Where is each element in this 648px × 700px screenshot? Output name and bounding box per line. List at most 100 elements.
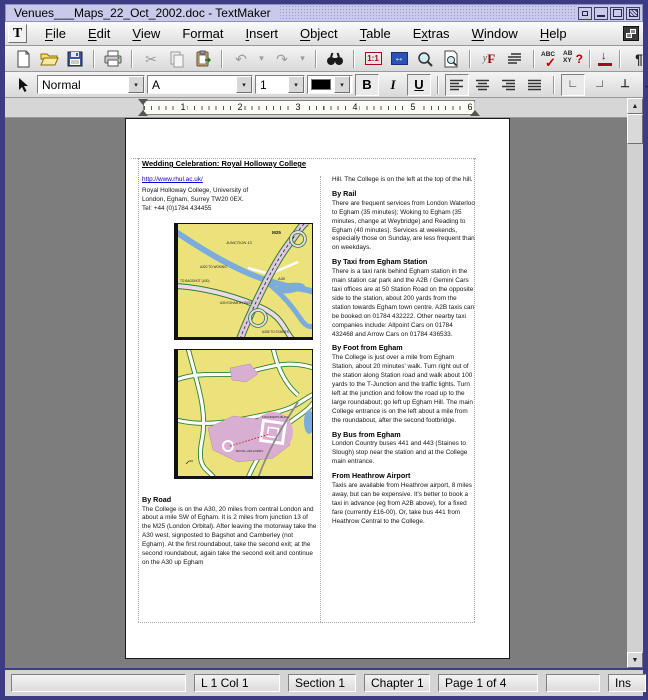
minimize-button[interactable] — [594, 7, 608, 20]
new-document-button[interactable] — [11, 48, 35, 70]
zoom-100-button[interactable]: 1:1 — [361, 48, 385, 70]
chevron-down-icon[interactable]: ▾ — [288, 76, 304, 93]
cut-button[interactable]: ✂ — [139, 48, 163, 70]
section-text-by-rail: There are frequent services from London … — [332, 200, 475, 253]
fit-width-button[interactable]: ↔ — [387, 48, 411, 70]
tab-left-button[interactable]: ∟ — [561, 74, 585, 96]
bottom-margin-guide — [138, 622, 475, 623]
close-button[interactable] — [626, 7, 640, 20]
align-center-icon — [476, 79, 490, 91]
toolbar-separator — [589, 50, 591, 68]
rhul-hyperlink[interactable]: http://www.rhul.ac.uk/ — [142, 176, 203, 185]
menu-window[interactable]: Window — [461, 23, 529, 44]
find-button[interactable] — [323, 48, 347, 70]
align-left-button[interactable] — [445, 74, 469, 96]
footnote-icon: ↓ — [601, 50, 607, 62]
map-label-college: ROYAL HOLLOWAY — [236, 449, 263, 453]
standard-toolbar: ✂ ↶ ▾ ↷ ▾ 1:1 ↔ yF ABC✓ ABXY? ↓ ¶ (f) — [5, 46, 643, 72]
redo-button[interactable]: ↷ — [270, 48, 294, 70]
paragraph-style-select[interactable]: Normal ▾ — [37, 75, 145, 94]
status-insert-mode-field[interactable]: Ins — [608, 674, 646, 692]
translate-button[interactable]: ABXY? — [563, 50, 583, 68]
section-heading-by-bus: By Bus from Egham — [332, 431, 475, 440]
paragraph-format-button[interactable] — [503, 48, 527, 70]
menu-edit[interactable]: Edit — [77, 23, 121, 44]
font-size-select[interactable]: 1 ▾ — [255, 75, 305, 94]
toolbar-separator — [315, 50, 317, 68]
map-label-junction: JUNCTION 13 — [225, 240, 253, 245]
document-restore-button[interactable] — [623, 26, 639, 41]
title-bar[interactable]: Venues___Maps_22_Oct_2002.doc - TextMake… — [5, 4, 643, 22]
redo-dropdown-button[interactable]: ▾ — [296, 48, 309, 70]
shade-button[interactable] — [578, 7, 592, 20]
menu-table[interactable]: Table — [349, 23, 402, 44]
copy-button[interactable] — [165, 48, 189, 70]
underline-button[interactable]: U — [407, 74, 431, 96]
chevron-down-icon[interactable]: ▾ — [128, 76, 144, 93]
system-menu-button[interactable]: T — [8, 24, 27, 43]
left-indent-marker[interactable] — [138, 110, 148, 116]
menu-help[interactable]: Help — [529, 23, 578, 44]
font-color-select[interactable]: ▾ — [307, 75, 353, 94]
underline-icon: U — [414, 77, 423, 92]
font-select[interactable]: A ▾ — [147, 75, 253, 94]
italic-icon: I — [390, 77, 395, 93]
bold-button[interactable]: B — [355, 74, 379, 96]
formatting-marks-button[interactable]: ¶ — [627, 48, 648, 70]
up-arrow-icon: ▲ — [632, 103, 639, 110]
insert-field-button[interactable]: yF — [477, 48, 501, 70]
print-preview-button[interactable] — [439, 48, 463, 70]
print-button[interactable] — [101, 48, 125, 70]
align-right-button[interactable] — [497, 74, 521, 96]
ruler-number: 3 — [293, 102, 302, 112]
first-line-indent-marker[interactable] — [138, 99, 148, 105]
align-center-button[interactable] — [471, 74, 495, 96]
tab-right-button[interactable]: ∟ — [587, 74, 611, 96]
tab-decimal-button[interactable]: ⊥. — [639, 74, 648, 96]
chevron-down-icon[interactable]: ▾ — [236, 76, 252, 93]
open-button[interactable] — [37, 48, 61, 70]
insert-footnote-button[interactable]: ↓ — [597, 51, 613, 67]
scrollbar-thumb[interactable] — [627, 114, 643, 144]
college-address: Royal Holloway College, University of Lo… — [142, 187, 318, 214]
tab-center-button[interactable]: ⊥ — [613, 74, 637, 96]
zoom-button[interactable] — [413, 48, 437, 70]
map-label-bagshot: TO BAGSHOT (A30) — [180, 279, 209, 283]
menu-object[interactable]: Object — [289, 23, 349, 44]
undo-button[interactable]: ↶ — [229, 48, 253, 70]
undo-dropdown-button[interactable]: ▾ — [255, 48, 268, 70]
map-junction13-object[interactable]: M25 JUNCTION 13 A30 A320 TO WOKING TO BA… — [174, 223, 313, 340]
menu-insert[interactable]: Insert — [235, 23, 290, 44]
italic-button[interactable]: I — [381, 74, 405, 96]
paste-button[interactable] — [191, 48, 215, 70]
status-section-field[interactable]: Section 1 — [288, 674, 356, 692]
scroll-up-button[interactable]: ▲ — [627, 98, 643, 114]
spellcheck-button[interactable]: ABC✓ — [541, 50, 561, 68]
menu-format[interactable]: Format — [171, 23, 234, 44]
horizontal-ruler[interactable]: 1 2 3 4 5 6 — [143, 100, 475, 115]
menu-file[interactable]: File — [34, 23, 77, 44]
status-page-field[interactable]: Page 1 of 4 — [438, 674, 538, 692]
scroll-down-button[interactable]: ▼ — [627, 652, 643, 668]
align-justify-button[interactable] — [523, 74, 547, 96]
document-page[interactable]: Wedding Celebration: Royal Holloway Coll… — [125, 118, 510, 659]
printer-icon — [103, 50, 123, 68]
status-empty-field — [546, 674, 600, 692]
map-campus-object[interactable]: ROYAL HOLLOWAY FOUNDER'S BLDG — [174, 349, 313, 479]
maximize-button[interactable] — [610, 7, 624, 20]
junction-map-image: M25 JUNCTION 13 A30 A320 TO WOKING TO BA… — [178, 224, 312, 337]
status-bar: L 1 Col 1 Section 1 Chapter 1 Page 1 of … — [5, 670, 643, 696]
status-line-col-field[interactable]: L 1 Col 1 — [194, 674, 280, 692]
menu-view[interactable]: View — [121, 23, 171, 44]
chevron-down-icon[interactable]: ▾ — [334, 76, 350, 93]
right-indent-marker[interactable] — [470, 110, 480, 116]
toolbar-separator — [353, 50, 355, 68]
menu-extras[interactable]: Extras — [402, 23, 461, 44]
zoom-100-icon: 1:1 — [365, 52, 382, 65]
status-chapter-field[interactable]: Chapter 1 — [364, 674, 430, 692]
shade-icon — [582, 11, 588, 16]
object-mode-button[interactable] — [11, 74, 35, 96]
vertical-scrollbar[interactable]: ▲ ▼ — [627, 98, 643, 668]
cut-scissors-icon: ✂ — [145, 52, 157, 66]
save-button[interactable] — [63, 48, 87, 70]
